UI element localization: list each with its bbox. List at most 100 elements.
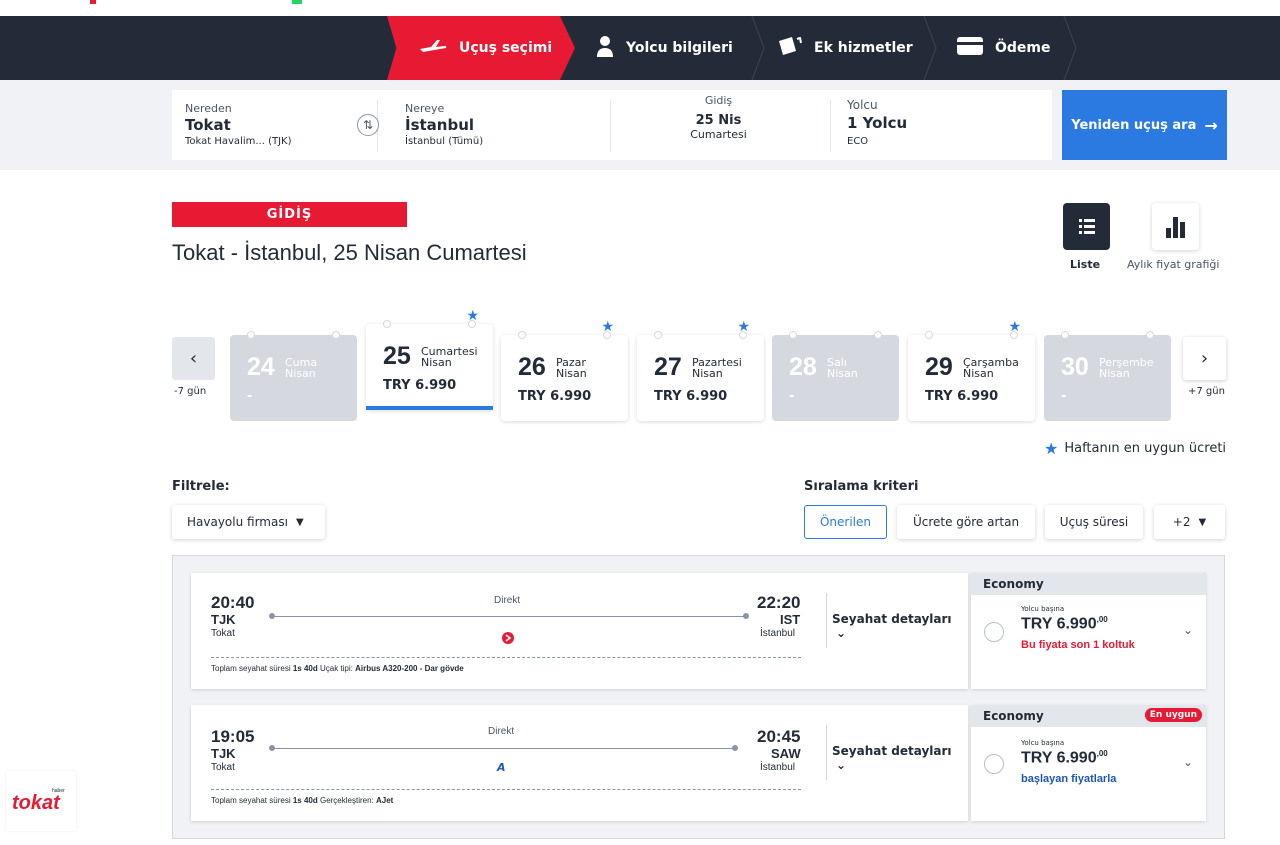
- day-price: -: [789, 389, 795, 404]
- passenger-cabin: ECO: [847, 136, 869, 147]
- flight-info: Toplam seyahat süresi 1s 40d Gerçekleşti…: [211, 796, 394, 805]
- watermark-logo: tokat: [12, 792, 60, 814]
- list-view-button[interactable]: [1063, 203, 1110, 250]
- ajet-logo-icon: A: [497, 761, 506, 774]
- prev-week-label: -7 gün: [174, 386, 207, 397]
- passenger-field[interactable]: Yolcu 1 Yolcu ECO: [847, 90, 1027, 160]
- departure-date-field[interactable]: Gidiş 25 Nis Cumartesi: [611, 90, 826, 160]
- from-field[interactable]: Nereden Tokat Tokat Havalim... (TJK): [185, 90, 355, 160]
- star-icon: ★: [1008, 319, 1021, 335]
- from-label: Nereden: [185, 102, 232, 115]
- next-week-button[interactable]: ›: [1183, 337, 1226, 380]
- route-dot: [732, 745, 738, 751]
- arrival-city: İstanbul: [760, 628, 796, 639]
- card-notch: [247, 331, 255, 339]
- sort-option-label: Uçuş süresi: [1059, 515, 1129, 529]
- chevron-down-icon: ⌄: [836, 758, 847, 772]
- fare-radio[interactable]: [984, 754, 1004, 774]
- date-card-29[interactable]: ★ 29 Çarşamba Nisan TRY 6.990: [908, 319, 1035, 421]
- selected-indicator: [366, 406, 493, 410]
- plane-icon: [419, 38, 447, 58]
- route-dot: [743, 613, 749, 619]
- fare-class-header: Economy En uygun: [971, 705, 1206, 727]
- to-field[interactable]: Nereye İstanbul İstanbul (Tümü): [405, 90, 605, 160]
- day-price: TRY 6.990: [925, 389, 999, 404]
- sort-option-label: Önerilen: [819, 515, 872, 529]
- card-notch: [1061, 331, 1069, 339]
- best-week-text: Haftanın en uygun ücreti: [1064, 441, 1227, 456]
- day-price: TRY 6.990: [654, 389, 728, 404]
- research-button[interactable]: Yeniden uçuş ara →: [1062, 90, 1227, 160]
- card-notch: [789, 331, 797, 339]
- sort-option-label: Ücrete göre artan: [912, 515, 1020, 529]
- departure-day: Cumartesi: [690, 128, 747, 141]
- day-number: 28: [789, 353, 817, 381]
- chart-view-label: Aylık fiyat grafiği: [1127, 258, 1220, 271]
- weekday-label: Cumartesi Nisan: [421, 345, 478, 369]
- sort-recommended[interactable]: Önerilen: [804, 505, 887, 539]
- sort-more[interactable]: +2 ▼: [1154, 505, 1225, 539]
- sort-price-asc[interactable]: Ücrete göre artan: [897, 505, 1035, 539]
- step-extra-services[interactable]: Ek hizmetler: [778, 16, 928, 80]
- prev-week-button[interactable]: ‹: [172, 337, 215, 380]
- arrival-code: SAW: [771, 746, 801, 761]
- day-number: 24: [247, 353, 275, 381]
- arrow-right-icon: →: [1204, 115, 1218, 135]
- card-notch: [925, 331, 933, 339]
- travel-details-button[interactable]: Seyahat detayları ⌄: [832, 612, 968, 640]
- fare-note: Bu fiyata son 1 koltuk: [1021, 639, 1135, 651]
- chevron-down-icon[interactable]: ⌄: [1183, 755, 1193, 769]
- airline-dropdown[interactable]: Havayolu firması ▼: [172, 505, 325, 539]
- departure-time: 19:05: [211, 727, 255, 746]
- date-card-28[interactable]: 28 Salı Nisan -: [772, 331, 899, 421]
- strip-fragment: [292, 0, 302, 4]
- step-passenger-info[interactable]: Yolcu bilgileri: [596, 16, 756, 80]
- swap-icon[interactable]: ⇅: [357, 114, 379, 136]
- step-separator: [751, 16, 765, 80]
- best-week-note: ★ Haftanın en uygun ücreti: [1044, 439, 1226, 458]
- date-card-25[interactable]: ★ 25 Cumartesi Nisan TRY 6.990: [366, 308, 493, 410]
- strip-fragment: [90, 0, 96, 4]
- date-card-27[interactable]: ★ 27 Pazartesi Nisan TRY 6.990: [637, 319, 764, 421]
- chevron-down-icon[interactable]: ⌄: [1183, 623, 1193, 637]
- travel-details-button[interactable]: Seyahat detayları ⌄: [832, 744, 968, 772]
- fare-radio[interactable]: [984, 622, 1004, 642]
- fare-card[interactable]: Economy En uygun Yolcu başına TRY 6.990,…: [971, 705, 1206, 821]
- route-line: [274, 748, 734, 749]
- research-label: Yeniden uçuş ara: [1071, 117, 1197, 133]
- step-bar: Uçuş seçimi Yolcu bilgileri Ek hizmetler…: [0, 16, 1280, 80]
- chevron-down-icon: ⌄: [836, 626, 847, 640]
- page-title: Tokat - İstanbul, 25 Nisan Cumartesi: [172, 240, 527, 265]
- from-airport: Tokat Havalim... (TJK): [185, 136, 292, 147]
- step-flight-selection[interactable]: Uçuş seçimi: [387, 16, 575, 80]
- caret-down-icon: ▼: [1198, 516, 1207, 528]
- flight-card[interactable]: 19:05 TJK Tokat Direkt A 20:45 SAW İstan…: [191, 705, 968, 821]
- sort-duration[interactable]: Uçuş süresi: [1045, 505, 1143, 539]
- departure-code: TJK: [211, 612, 236, 627]
- filter-label: Filtrele:: [172, 479, 230, 494]
- fare-note: başlayan fiyatlarla: [1021, 773, 1117, 785]
- fare-card[interactable]: Economy Yolcu başına TRY 6.990,00 Bu fiy…: [971, 573, 1206, 689]
- best-price-badge: En uygun: [1144, 708, 1202, 722]
- top-strip: [0, 0, 1280, 16]
- arrival-time: 20:45: [757, 727, 801, 746]
- card-notch: [518, 331, 526, 339]
- weekday-label: Pazartesi Nisan: [692, 356, 742, 380]
- flight-card[interactable]: 20:40 TJK Tokat Direkt 22:20 IST İstanbu…: [191, 573, 968, 689]
- date-card-30[interactable]: 30 Perşembe Nisan -: [1044, 331, 1171, 421]
- date-card-26[interactable]: ★ 26 Pazar Nisan TRY 6.990: [501, 319, 628, 421]
- per-passenger-label: Yolcu başına: [1021, 605, 1065, 613]
- fare-class-header: Economy: [971, 573, 1206, 595]
- results-panel: 20:40 TJK Tokat Direkt 22:20 IST İstanbu…: [172, 555, 1225, 839]
- chart-view-button[interactable]: [1152, 203, 1199, 250]
- to-airport: İstanbul (Tümü): [405, 136, 484, 147]
- card-notch: [874, 331, 882, 339]
- star-icon: ★: [1044, 439, 1059, 458]
- day-number: 29: [925, 353, 953, 381]
- divider: [830, 100, 831, 152]
- flight-type: Direkt: [488, 726, 515, 737]
- weekday-label: Çarşamba Nisan: [963, 356, 1019, 380]
- day-price: -: [247, 389, 253, 404]
- step-payment[interactable]: Ödeme: [957, 16, 1067, 80]
- date-card-24[interactable]: 24 Cuma Nisan -: [230, 331, 357, 421]
